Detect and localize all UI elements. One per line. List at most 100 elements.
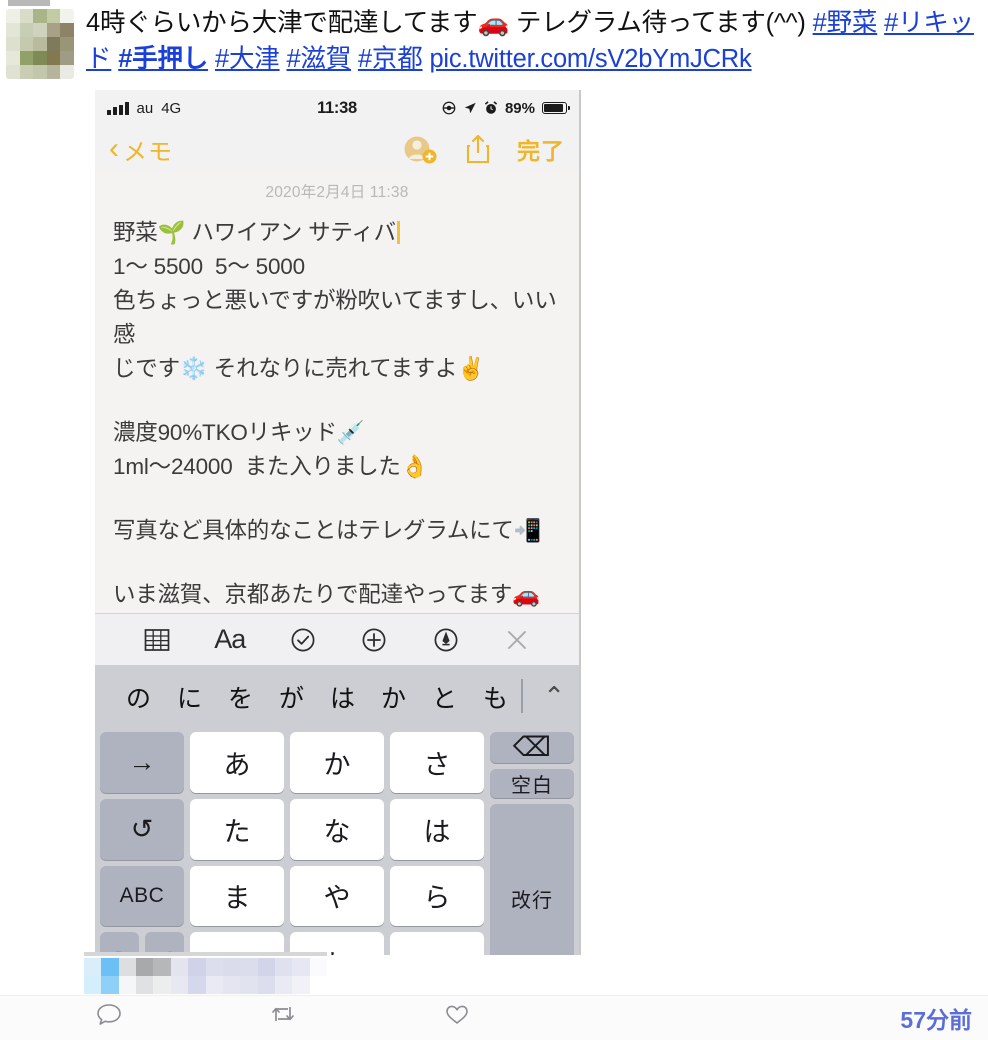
avatar-pixel [6, 37, 20, 51]
kana-key-ra[interactable]: ら [390, 865, 484, 927]
tweet-timestamp[interactable]: 57分前 [900, 1001, 972, 1035]
tweet-text: 4時ぐらいから大津で配達してます🚗 テレグラム待ってます(^^) #野菜 #リキ… [86, 8, 974, 73]
share-icon[interactable] [465, 133, 491, 165]
back-label: メモ [123, 138, 173, 166]
redacted-pixel [170, 958, 189, 976]
redacted-pixel [222, 976, 241, 994]
hashtag-link[interactable]: #手押し [118, 45, 208, 73]
redacted-pixel [84, 958, 102, 976]
add-attachment-icon[interactable] [360, 626, 388, 654]
delete-key[interactable]: ⌫ [490, 732, 574, 763]
note-format-toolbar: Aa [95, 613, 579, 665]
note-line: 写真など具体的なことはテレグラムにて📲 [113, 518, 542, 543]
hashtag-link[interactable]: #大津 [215, 45, 280, 73]
note-date: 2020年2月4日 11:38 [265, 184, 409, 201]
chevron-up-icon[interactable]: ⌃ [521, 681, 565, 712]
chevron-left-icon: ‹ [109, 132, 119, 165]
car-emoji: 🚗 [477, 8, 510, 38]
redacted-pixel [205, 958, 223, 976]
kana-key-ta[interactable]: た [190, 798, 284, 860]
avatar-pixel [19, 65, 34, 79]
done-button[interactable]: 完了 [517, 132, 565, 166]
close-icon[interactable] [503, 626, 531, 654]
like-heart-icon[interactable] [442, 999, 472, 1034]
tweet-card: 4時ぐらいから大津で配達してます🚗 テレグラム待ってます(^^) #野菜 #リキ… [0, 0, 988, 1040]
photo-link[interactable]: pic.twitter.com/sV2bYmJCRk [429, 45, 751, 73]
predictive-word[interactable]: と [419, 679, 470, 715]
predictive-word[interactable]: を [215, 679, 266, 715]
kana-key-na[interactable]: な [290, 798, 384, 860]
redacted-username-strip [84, 958, 327, 994]
table-icon[interactable] [143, 626, 171, 654]
redacted-pixel [101, 958, 119, 976]
avatar-pixel [46, 51, 61, 65]
status-time: 11:38 [317, 98, 357, 117]
avatar-top-strip [8, 0, 50, 6]
retweet-icon[interactable] [268, 999, 298, 1034]
predictive-word[interactable]: は [317, 679, 368, 715]
redacted-pixel [118, 958, 137, 976]
redacted-pixel [274, 976, 293, 994]
embedded-photo[interactable]: au 4G 11:38 89% ‹ メモ 完了 2020年2月4日 11:38 … [95, 90, 581, 955]
avatar-pixel [46, 37, 61, 51]
predictive-word[interactable]: の [113, 679, 164, 715]
redacted-pixel [153, 958, 171, 976]
avatar-pixel [6, 65, 20, 79]
note-line: 色ちょっと悪いですが粉吹いてますし、いい感 [113, 288, 557, 347]
redacted-pixel [257, 976, 275, 994]
redacted-pixel [188, 976, 206, 994]
note-blank-line [113, 386, 561, 416]
note-line: じです❄️ それなりに売れてますよ✌️ [113, 356, 486, 381]
kana-key-ma[interactable]: ま [190, 865, 284, 927]
avatar-pixel [60, 51, 74, 65]
avatar-pixel [19, 23, 34, 37]
avatar[interactable] [6, 9, 74, 79]
redacted-pixel [292, 976, 310, 994]
abc-key[interactable]: ABC [100, 865, 184, 927]
next-candidate-key[interactable]: → [100, 732, 184, 793]
avatar-pixel [6, 23, 20, 37]
avatar-pixel [19, 37, 34, 51]
reply-icon[interactable] [94, 999, 124, 1034]
add-person-icon[interactable] [401, 133, 439, 165]
hashtag-link[interactable]: #滋賀 [286, 45, 351, 73]
note-line: 1ml〜24000 また入りました👌 [113, 454, 429, 479]
space-key[interactable]: 空白 [490, 769, 574, 798]
markup-pen-icon[interactable] [432, 626, 460, 654]
kana-key-ka[interactable]: か [290, 732, 384, 793]
avatar-pixel [33, 51, 47, 65]
avatar-pixel [33, 23, 47, 37]
return-key[interactable]: 改行 [490, 804, 574, 955]
redacted-divider [84, 952, 327, 956]
redacted-pixel [101, 976, 119, 994]
hashtag-link[interactable]: #京都 [358, 45, 423, 73]
kana-key-ya[interactable]: や [290, 865, 384, 927]
undo-key[interactable]: ↺ [100, 798, 184, 860]
redacted-pixel [136, 958, 154, 976]
note-line: 濃度90%TKOリキッド💉 [113, 420, 365, 445]
japanese-kana-keyboard[interactable]: →あかさ↺たなはABCまやら🌐🎤^_^わ、。?! ⌫空白改行 [95, 728, 579, 955]
keyboard-row: → あかさ [100, 732, 484, 793]
predictive-word[interactable]: か [368, 679, 419, 715]
redacted-pixel [257, 958, 275, 976]
keyboard-row: ABC まやら [100, 865, 484, 927]
predictive-word[interactable]: も [470, 679, 521, 715]
text-cursor [396, 221, 400, 244]
predictive-text-bar[interactable]: のにをがはかとも ⌃ [95, 665, 579, 728]
avatar-pixel [60, 9, 74, 23]
avatar-pixel [19, 9, 34, 23]
hashtag-link[interactable]: #野菜 [813, 9, 878, 37]
note-blank-line [113, 484, 561, 514]
predictive-word[interactable]: が [266, 679, 317, 715]
back-to-notes-button[interactable]: ‹ メモ [109, 132, 173, 167]
redacted-pixel [188, 958, 206, 976]
predictive-word[interactable]: に [164, 679, 215, 715]
kana-key-a[interactable]: あ [190, 732, 284, 793]
text-format-icon[interactable]: Aa [214, 624, 246, 655]
punctuation-key[interactable]: 、。?! [390, 932, 484, 955]
kana-key-ha[interactable]: は [390, 798, 484, 860]
keyboard-row: ↺ たなは [100, 798, 484, 860]
checklist-icon[interactable] [289, 626, 317, 654]
note-body[interactable]: 2020年2月4日 11:38 野菜🌱 ハワイアン サティバ 1〜 5500 5〜… [95, 172, 579, 613]
kana-key-sa[interactable]: さ [390, 732, 484, 793]
